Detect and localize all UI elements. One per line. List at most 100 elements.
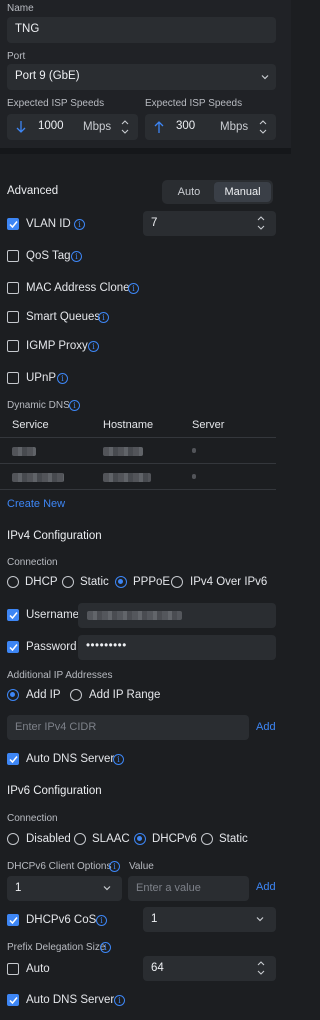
upload-speed-value: 300: [176, 120, 196, 132]
spinner-icon[interactable]: [120, 117, 130, 137]
info-icon[interactable]: i: [57, 373, 68, 384]
chevron-down-icon: [256, 917, 264, 922]
add-ip-range-label: Add IP Range: [89, 689, 161, 701]
checkmark-icon: [9, 756, 18, 764]
ipv6-dhcpv6-radio[interactable]: [134, 833, 146, 845]
password-checkbox[interactable]: [7, 641, 19, 653]
info-icon[interactable]: i: [114, 995, 125, 1006]
vlan-input[interactable]: 7: [143, 211, 276, 236]
password-input[interactable]: •••••••••: [78, 635, 276, 660]
info-icon[interactable]: i: [109, 861, 120, 872]
vlan-value: 7: [151, 217, 158, 229]
qos-checkbox[interactable]: [7, 250, 19, 262]
qos-label: QoS Tag: [26, 250, 71, 262]
ddns-title: Dynamic DNS: [7, 400, 70, 411]
ipv6-auto-dns-label: Auto DNS Server: [26, 994, 115, 1006]
dhcpv6-option-select[interactable]: 1: [7, 876, 122, 901]
dhcpv6-option-value: 1: [15, 882, 22, 894]
ipv6-title: IPv6 Configuration: [7, 785, 102, 797]
checkmark-icon: [9, 644, 18, 652]
password-value: •••••••••: [86, 640, 127, 652]
ddns-column-service: Service: [12, 419, 49, 431]
ipv4-static-radio[interactable]: [62, 576, 74, 588]
info-icon[interactable]: i: [71, 251, 82, 262]
ipv4-auto-dns-label: Auto DNS Server: [26, 753, 115, 765]
upload-speed-input[interactable]: 300 Mbps: [145, 114, 276, 140]
add-dhcpv6-option-link[interactable]: Add: [256, 881, 276, 893]
info-icon[interactable]: i: [128, 283, 139, 294]
mode-auto-button[interactable]: Auto: [164, 182, 214, 202]
info-icon[interactable]: i: [74, 219, 85, 230]
dhcpv6-value-input[interactable]: Enter a value: [128, 876, 249, 901]
upload-speed-label: Expected ISP Speeds: [145, 98, 243, 109]
table-row[interactable]: [0, 438, 276, 463]
info-icon[interactable]: i: [88, 341, 99, 352]
add-cidr-link[interactable]: Add: [256, 721, 276, 733]
ipv4-cidr-placeholder: Enter IPv4 CIDR: [15, 721, 97, 733]
wan-settings-panel: Name TNG Port Port 9 (GbE) Expected ISP …: [0, 0, 291, 1020]
chevron-down-icon: [103, 886, 111, 891]
mode-manual-button[interactable]: Manual: [214, 182, 271, 202]
section-divider: [0, 148, 291, 154]
ipv6-disabled-radio[interactable]: [7, 833, 19, 845]
igmp-proxy-checkbox[interactable]: [7, 340, 19, 352]
ipv4-cidr-input[interactable]: Enter IPv4 CIDR: [7, 715, 249, 740]
spinner-icon[interactable]: [258, 117, 268, 137]
username-input[interactable]: [78, 603, 276, 628]
dhcpv6-cos-checkbox[interactable]: [7, 914, 19, 926]
dhcpv6-cos-select[interactable]: 1: [143, 907, 276, 932]
ipv4-over-ipv6-radio[interactable]: [171, 576, 183, 588]
add-ip-radio[interactable]: [7, 689, 19, 701]
ipv4-auto-dns-checkbox[interactable]: [7, 753, 19, 765]
basic-settings-section: Name TNG Port Port 9 (GbE) Expected ISP …: [0, 0, 291, 148]
dhcpv6-cos-label: DHCPv6 CoS: [26, 914, 97, 926]
additional-ip-label: Additional IP Addresses: [7, 670, 113, 681]
ipv6-dhcpv6-label: DHCPv6: [152, 833, 197, 845]
mac-clone-checkbox[interactable]: [7, 282, 19, 294]
upload-speed-unit: Mbps: [220, 121, 249, 133]
ipv4-dhcp-radio[interactable]: [7, 576, 19, 588]
add-ip-label: Add IP: [26, 689, 61, 701]
create-new-link[interactable]: Create New: [7, 498, 65, 510]
prefix-size-input[interactable]: 64: [143, 956, 276, 981]
info-icon[interactable]: i: [96, 915, 107, 926]
redacted-hostname: [103, 447, 143, 456]
spinner-icon[interactable]: [256, 958, 266, 978]
ddns-column-server: Server: [192, 419, 225, 431]
port-value: Port 9 (GbE): [15, 70, 80, 82]
spinner-icon[interactable]: [256, 213, 266, 233]
table-row[interactable]: [0, 464, 276, 489]
name-input[interactable]: TNG: [7, 17, 276, 43]
username-checkbox[interactable]: [7, 609, 19, 621]
add-ip-range-radio[interactable]: [70, 689, 82, 701]
vlan-label: VLAN ID: [26, 218, 71, 230]
ipv4-pppoe-label: PPPoE: [133, 576, 171, 588]
download-speed-input[interactable]: 1000 Mbps: [7, 114, 138, 140]
upnp-checkbox[interactable]: [7, 372, 19, 384]
ipv6-slaac-label: SLAAC: [92, 833, 130, 845]
checkmark-icon: [9, 221, 18, 229]
arrow-down-icon: [16, 121, 26, 133]
ipv4-pppoe-radio[interactable]: [115, 576, 127, 588]
arrow-up-icon: [154, 121, 164, 133]
vlan-checkbox[interactable]: [7, 218, 19, 230]
ipv4-over-ipv6-label: IPv4 Over IPv6: [190, 576, 268, 588]
port-select[interactable]: Port 9 (GbE): [7, 64, 276, 90]
ipv6-slaac-radio[interactable]: [74, 833, 86, 845]
ipv6-disabled-label: Disabled: [26, 833, 71, 845]
info-icon[interactable]: i: [69, 400, 80, 411]
ipv6-static-radio[interactable]: [201, 833, 213, 845]
ipv6-connection-label: Connection: [7, 813, 58, 824]
ipv4-title: IPv4 Configuration: [7, 530, 102, 542]
value-label: Value: [129, 861, 154, 872]
info-icon[interactable]: i: [113, 754, 124, 765]
name-label: Name: [7, 3, 34, 14]
redacted-server: [192, 448, 196, 453]
prefix-auto-checkbox[interactable]: [7, 963, 19, 975]
port-label: Port: [7, 51, 26, 62]
info-icon[interactable]: i: [100, 942, 111, 953]
ddns-column-hostname: Hostname: [103, 419, 154, 431]
smart-queues-checkbox[interactable]: [7, 311, 19, 323]
ipv6-auto-dns-checkbox[interactable]: [7, 994, 19, 1006]
info-icon[interactable]: i: [98, 312, 109, 323]
